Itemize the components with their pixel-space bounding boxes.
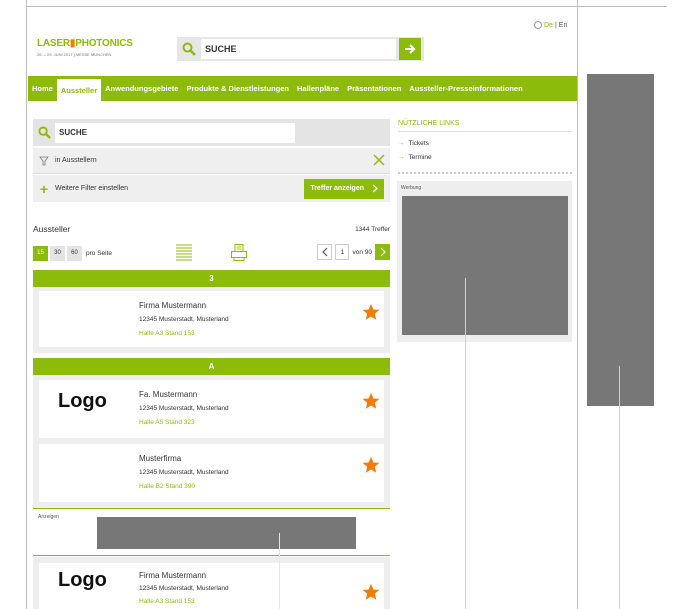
link-termine-label: Termine — [408, 154, 432, 161]
header-search-submit-button[interactable] — [399, 38, 421, 60]
exhibitor-name[interactable]: Firma Mustermann — [139, 571, 206, 580]
exhibitor-hall[interactable]: Halle A3 Stand 153 — [139, 330, 195, 337]
per-page-30[interactable]: 30 — [50, 245, 65, 261]
next-page-button[interactable] — [375, 244, 390, 260]
letter-heading-3: 3 — [33, 270, 390, 287]
arrow-right-icon: → — [398, 154, 405, 161]
chevron-right-icon — [380, 247, 386, 257]
exhibitor-name[interactable]: Firma Mustermann — [139, 301, 206, 310]
results-header: Aussteller 1344 Treffer — [33, 224, 390, 234]
werbung-label: Werbung — [401, 185, 422, 191]
annotation-line — [279, 533, 280, 609]
funnel-icon — [33, 156, 55, 166]
active-filter-label: in Ausstellern — [55, 157, 97, 164]
search-icon — [177, 37, 201, 61]
brand-logo[interactable]: LASER▮PHOTONICS — [37, 38, 133, 49]
pagination: 1 von 90 — [317, 244, 390, 260]
annotation-line — [465, 278, 466, 609]
nav-item-aussteller[interactable]: Aussteller — [56, 79, 102, 101]
nav-item-presseinformationen[interactable]: Aussteller-Presseinformationen — [405, 76, 526, 101]
exhibitor-address: 12345 Musterstadt, Musterland — [139, 316, 229, 323]
favorite-star-icon[interactable] — [362, 392, 380, 412]
chevron-left-icon — [322, 247, 328, 257]
werbung-ad-placeholder[interactable] — [402, 196, 568, 335]
exhibitor-name[interactable]: Fa. Mustermann — [139, 390, 197, 399]
brand-subtitle: 26. – 29. JUNI 2017 | MESSE MÜNCHEN — [37, 52, 112, 57]
ad-banner-placeholder[interactable] — [97, 517, 356, 549]
exhibitor-address: 12345 Musterstadt, Musterland — [139, 585, 229, 592]
language-switch: De | En — [534, 21, 567, 29]
chevron-right-icon — [372, 184, 378, 193]
clear-filter-icon[interactable] — [368, 153, 390, 169]
favorite-star-icon[interactable] — [362, 303, 380, 323]
list-view-icon[interactable] — [176, 244, 192, 264]
active-filter-row: in Ausstellern — [33, 148, 390, 174]
letter-heading-a: A — [33, 358, 390, 375]
per-page-15[interactable]: 15 — [33, 245, 48, 261]
exhibitor-card[interactable]: Logo Firma Mustermann 12345 Musterstadt,… — [39, 563, 384, 609]
nav-item-hallenplaene[interactable]: Hallenpläne — [293, 76, 343, 101]
show-results-label: Treffer anzeigen — [310, 185, 364, 192]
arrow-right-icon — [405, 44, 416, 54]
exhibitor-address: 12345 Musterstadt, Musterland — [139, 469, 229, 476]
brand-logo-left: LASER — [37, 38, 70, 49]
page-number-input[interactable]: 1 — [335, 244, 350, 260]
lang-en-link[interactable]: En — [559, 22, 568, 29]
exhibitor-search-input[interactable] — [55, 122, 295, 143]
search-icon — [33, 126, 55, 139]
ad-label: Anzeigen — [38, 514, 59, 520]
ad-divider-bottom — [33, 555, 390, 556]
nav-item-home[interactable]: Home — [28, 76, 57, 101]
exhibitor-address: 12345 Musterstadt, Musterland — [139, 405, 229, 412]
links-dotted-divider — [398, 172, 572, 174]
total-pages-label: von 90 — [352, 248, 372, 256]
link-tickets[interactable]: → Tickets — [398, 140, 429, 147]
header-search — [177, 37, 424, 61]
results-count: 1344 Treffer — [355, 226, 390, 233]
exhibitor-card[interactable]: Logo Fa. Mustermann 12345 Musterstadt, M… — [39, 380, 384, 438]
lang-de-link[interactable]: De — [544, 22, 553, 29]
exhibitor-card[interactable]: Musterfirma 12345 Musterstadt, Musterlan… — [39, 444, 384, 502]
exhibitor-hall[interactable]: Halle A5 Stand 323 — [139, 419, 195, 426]
exhibitor-logo: Logo — [58, 390, 107, 412]
per-page-60[interactable]: 60 — [67, 245, 82, 261]
frame-left-line — [26, 0, 27, 609]
exhibitor-card[interactable]: Firma Mustermann 12345 Musterstadt, Must… — [39, 291, 384, 347]
globe-icon — [534, 21, 542, 29]
favorite-star-icon[interactable] — [362, 456, 380, 476]
more-filters-link[interactable]: Weitere Filter einstellen — [55, 185, 304, 192]
plus-icon[interactable]: + — [33, 181, 55, 197]
annotation-line — [619, 366, 620, 609]
prev-page-button[interactable] — [317, 244, 333, 260]
nav-item-anwendungsgebiete[interactable]: Anwendungsgebiete — [101, 76, 182, 101]
useful-links-title: NÜTZLICHE LINKS — [398, 120, 460, 127]
frame-top-line — [26, 6, 667, 7]
frame-right-line — [577, 0, 578, 609]
print-icon[interactable] — [231, 244, 247, 263]
brand-logo-right: PHOTONICS — [75, 38, 133, 49]
link-tickets-label: Tickets — [408, 140, 429, 147]
links-divider — [398, 131, 572, 132]
header-search-input[interactable] — [201, 39, 396, 59]
exhibitor-name[interactable]: Musterfirma — [139, 454, 181, 463]
ad-divider-top — [33, 508, 390, 509]
main-navigation: Home Aussteller Anwendungsgebiete Produk… — [28, 76, 577, 101]
link-termine[interactable]: → Termine — [398, 154, 432, 161]
exhibitor-logo: Logo — [58, 569, 107, 591]
nav-item-praesentationen[interactable]: Präsentationen — [343, 76, 405, 101]
favorite-star-icon[interactable] — [362, 583, 380, 603]
results-controls: 15 30 60 pro Seite 1 von 90 — [33, 243, 390, 263]
skyscraper-ad-placeholder[interactable] — [587, 74, 654, 406]
per-page-label: pro Seite — [86, 249, 113, 257]
arrow-right-icon: → — [398, 140, 405, 147]
exhibitor-hall[interactable]: Halle A3 Stand 153 — [139, 598, 195, 605]
exhibitor-hall[interactable]: Halle B2 Stand 390 — [139, 483, 195, 490]
exhibitor-search — [33, 119, 390, 146]
show-results-button[interactable]: Treffer anzeigen — [304, 178, 384, 199]
results-title: Aussteller — [33, 224, 71, 234]
nav-item-produkte[interactable]: Produkte & Dienstleistungen — [182, 76, 293, 101]
lang-separator: | — [554, 21, 557, 29]
more-filters-row: + Weitere Filter einstellen Treffer anze… — [33, 175, 390, 202]
